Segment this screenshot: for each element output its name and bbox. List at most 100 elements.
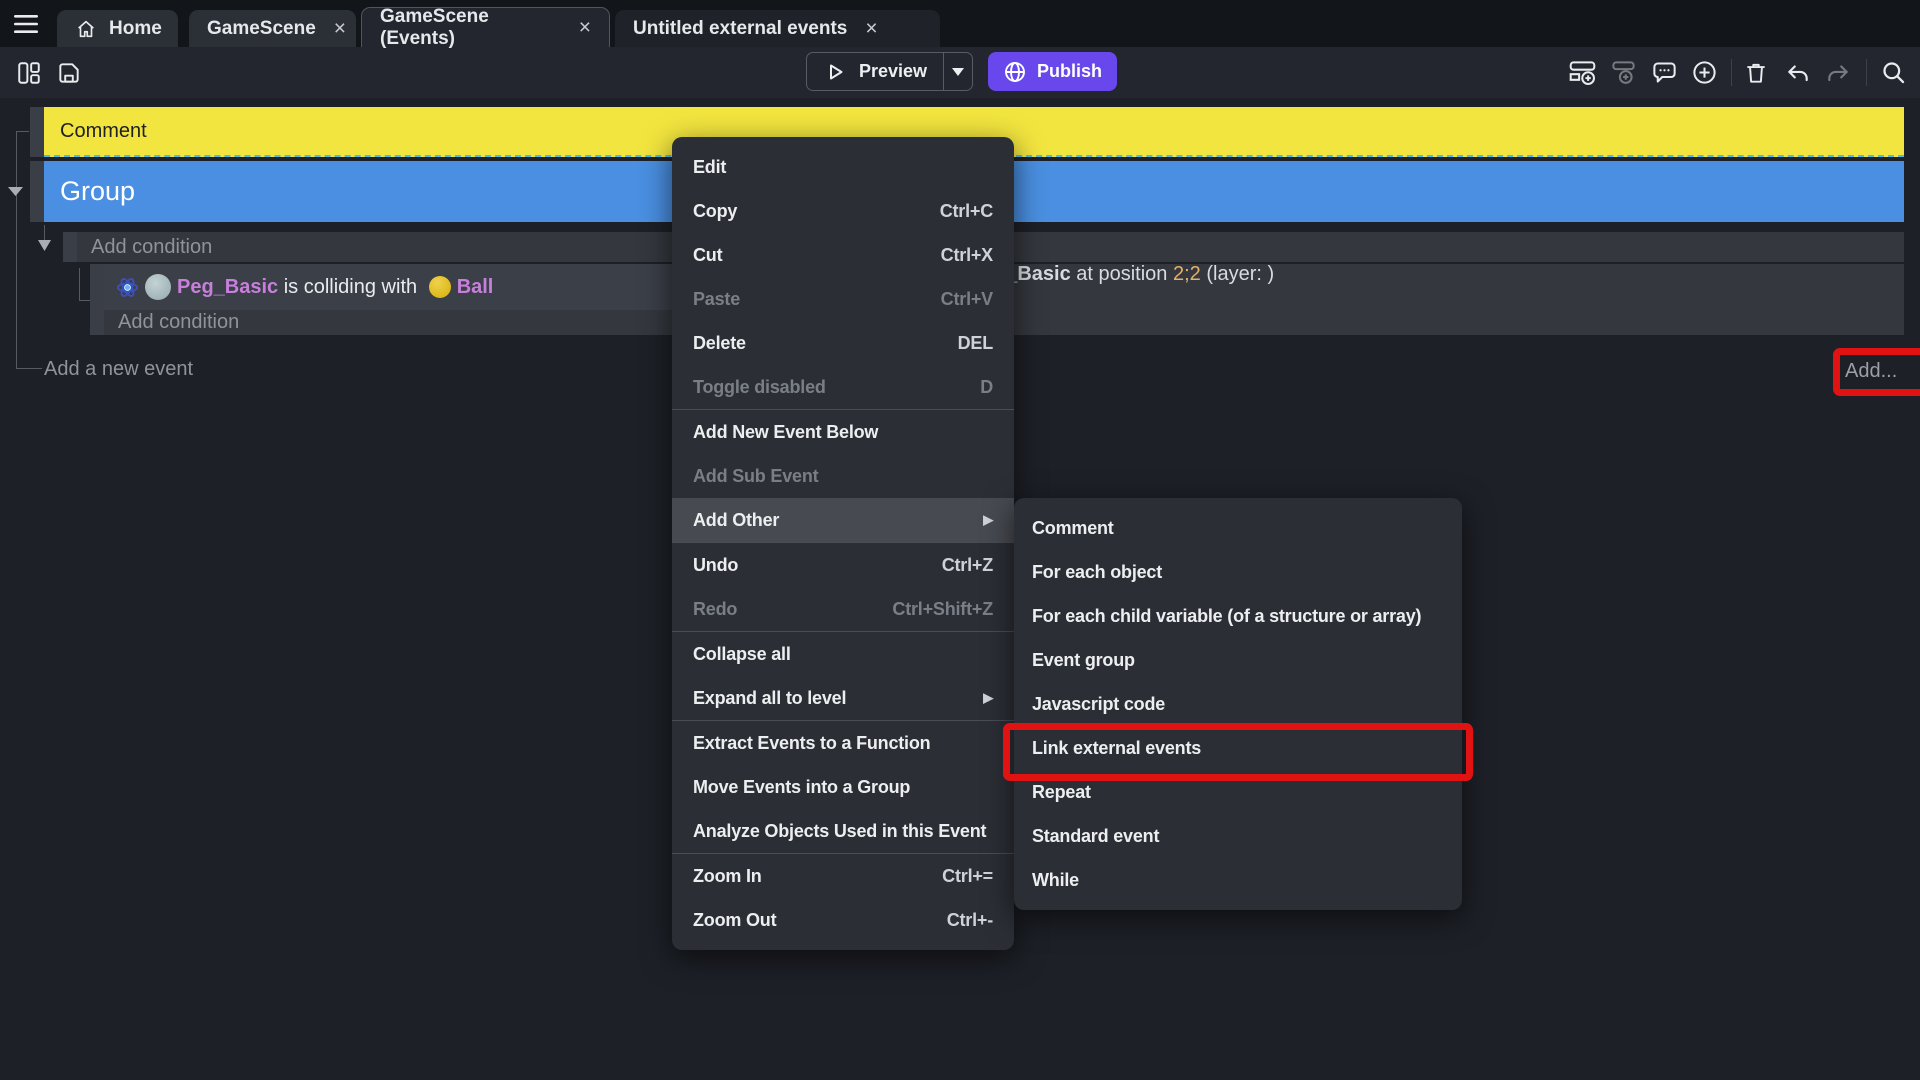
- condition-row[interactable]: Peg_Basic is colliding with Ball: [116, 264, 493, 310]
- drag-handle[interactable]: [63, 232, 77, 262]
- toggle-panels-icon[interactable]: [13, 57, 45, 89]
- add-condition-link[interactable]: Add condition: [118, 311, 239, 334]
- peg-basic-object-icon: [145, 274, 171, 300]
- menu-item-label: Redo: [693, 599, 737, 620]
- tab-home[interactable]: Home: [57, 10, 178, 47]
- menu-item-label: Standard event: [1032, 826, 1159, 847]
- add-event-icon[interactable]: [1566, 57, 1598, 89]
- preview-main[interactable]: Preview: [807, 53, 943, 90]
- close-icon[interactable]: ×: [579, 17, 591, 38]
- close-icon[interactable]: ×: [334, 18, 346, 39]
- hamburger-menu-icon[interactable]: [12, 13, 40, 35]
- menu-item-paste: PasteCtrl+V: [672, 277, 1014, 321]
- save-icon[interactable]: [53, 57, 85, 89]
- menu-item-label: Analyze Objects Used in this Event: [693, 821, 986, 842]
- menu-item-toggle-disabled: Toggle disabledD: [672, 365, 1014, 409]
- preview-dropdown-button[interactable]: [943, 53, 972, 90]
- add-other-submenu: CommentFor each object For each child var…: [1014, 498, 1462, 910]
- undo-icon[interactable]: [1782, 57, 1814, 89]
- drag-handle[interactable]: [30, 107, 44, 157]
- menu-item-shortcut: D: [964, 377, 993, 398]
- menu-item-shortcut: Ctrl+X: [925, 245, 993, 266]
- menu-item-label: For each child variable (of a structure …: [1032, 606, 1421, 627]
- redo-icon[interactable]: [1822, 57, 1854, 89]
- menu-item-javascript-code[interactable]: Javascript code: [1014, 682, 1462, 726]
- menu-item-extract-events-to-a-function[interactable]: Extract Events to a Function: [672, 721, 1014, 765]
- menu-item-label: Zoom In: [693, 866, 762, 887]
- menu-item-comment[interactable]: Comment: [1014, 506, 1462, 550]
- menu-item-label: Copy: [693, 201, 737, 222]
- close-icon[interactable]: ×: [865, 18, 877, 39]
- menu-item-shortcut: Ctrl+-: [931, 910, 993, 931]
- menu-item-add-other[interactable]: Add Other▶: [672, 498, 1014, 542]
- tree-line: [16, 131, 17, 369]
- tab-untitled-external-events[interactable]: Untitled external events ×: [615, 10, 940, 47]
- menu-item-zoom-out[interactable]: Zoom OutCtrl+-: [672, 898, 1014, 942]
- drag-handle[interactable]: [90, 264, 104, 335]
- menu-item-expand-all-to-level[interactable]: Expand all to level ▶: [672, 676, 1014, 720]
- menu-item-event-group[interactable]: Event group: [1014, 638, 1462, 682]
- menu-item-while[interactable]: While: [1014, 858, 1462, 902]
- globe-icon: [1003, 60, 1027, 84]
- publish-button[interactable]: Publish: [988, 52, 1117, 91]
- physics-behavior-icon: [116, 276, 139, 299]
- add-comment-icon[interactable]: [1648, 57, 1680, 89]
- tab-label: Untitled external events: [633, 18, 847, 40]
- tab-label: GameScene: [207, 18, 316, 40]
- menu-item-for-each-object[interactable]: For each object: [1014, 550, 1462, 594]
- group-title: Group: [60, 176, 135, 207]
- menu-item-for-each-child-variable-of-a-structure-or-array[interactable]: For each child variable (of a structure …: [1014, 594, 1462, 638]
- menu-item-add-new-event-below[interactable]: Add New Event Below: [672, 410, 1014, 454]
- add-condition-link[interactable]: Add condition: [91, 236, 212, 259]
- menu-item-shortcut: Ctrl+C: [924, 201, 993, 222]
- object-name: Peg_Basic: [177, 276, 278, 298]
- add-button[interactable]: Add...: [1845, 356, 1897, 386]
- menu-item-label: Add Sub Event: [693, 466, 818, 487]
- menu-item-label: Cut: [693, 245, 722, 266]
- menu-item-undo[interactable]: UndoCtrl+Z: [672, 543, 1014, 587]
- play-icon: [823, 60, 847, 84]
- delete-icon[interactable]: [1740, 57, 1772, 89]
- menu-item-cut[interactable]: Cut Ctrl+X: [672, 233, 1014, 277]
- menu-item-analyze-objects-used-in-this-event[interactable]: Analyze Objects Used in this Event: [672, 809, 1014, 853]
- ball-object-icon: [429, 276, 451, 298]
- menu-item-label: Link external events: [1032, 738, 1201, 759]
- menu-item-label: Repeat: [1032, 782, 1091, 803]
- menu-item-label: Move Events into a Group: [693, 777, 910, 798]
- menu-item-shortcut: DEL: [942, 333, 993, 354]
- preview-label: Preview: [859, 61, 927, 82]
- menu-item-repeat[interactable]: Repeat: [1014, 770, 1462, 814]
- add-condition-row[interactable]: Add condition: [118, 310, 239, 335]
- menu-item-shortcut: Ctrl+Z: [926, 555, 993, 576]
- circle-plus-icon[interactable]: [1688, 57, 1720, 89]
- menu-item-copy[interactable]: Copy Ctrl+C: [672, 189, 1014, 233]
- menu-item-redo: RedoCtrl+Shift+Z: [672, 587, 1014, 631]
- drag-handle[interactable]: [30, 161, 44, 222]
- context-menu: Edit Copy Ctrl+C Cut Ctrl+X PasteCtrl+VDelete…: [672, 137, 1014, 950]
- tab-gamescene[interactable]: GameScene ×: [189, 10, 356, 47]
- toolbar-divider: [1731, 59, 1732, 86]
- menu-item-label: Extract Events to a Function: [693, 733, 930, 754]
- menu-item-move-events-into-a-group[interactable]: Move Events into a Group: [672, 765, 1014, 809]
- preview-button[interactable]: Preview: [806, 52, 973, 91]
- collapse-arrow-icon[interactable]: [38, 240, 51, 251]
- toolbar: Preview Publish: [0, 47, 1920, 98]
- tab-gamescene-events[interactable]: GameScene (Events) ×: [361, 7, 610, 47]
- add-new-event-link[interactable]: Add a new event: [44, 354, 193, 384]
- menu-item-zoom-in[interactable]: Zoom In Ctrl+=: [672, 854, 1014, 898]
- collapse-arrow-icon[interactable]: [8, 187, 23, 196]
- tree-line: [16, 131, 29, 132]
- search-icon[interactable]: [1877, 57, 1909, 89]
- menu-item-link-external-events[interactable]: Link external events: [1014, 726, 1462, 770]
- chevron-down-icon: [952, 68, 964, 76]
- add-subevent-icon[interactable]: [1607, 57, 1639, 89]
- menu-item-delete[interactable]: DeleteDEL: [672, 321, 1014, 365]
- menu-item-standard-event[interactable]: Standard event: [1014, 814, 1462, 858]
- menu-item-edit[interactable]: Edit: [672, 145, 1014, 189]
- condition-text: Ball: [457, 276, 494, 299]
- menu-item-collapse-all[interactable]: Collapse all: [672, 632, 1014, 676]
- menu-item-label: Add New Event Below: [693, 422, 878, 443]
- menu-item-shortcut: Ctrl+=: [926, 866, 993, 887]
- menu-item-label: Expand all to level: [693, 688, 846, 709]
- submenu-arrow-icon: ▶: [967, 690, 993, 706]
